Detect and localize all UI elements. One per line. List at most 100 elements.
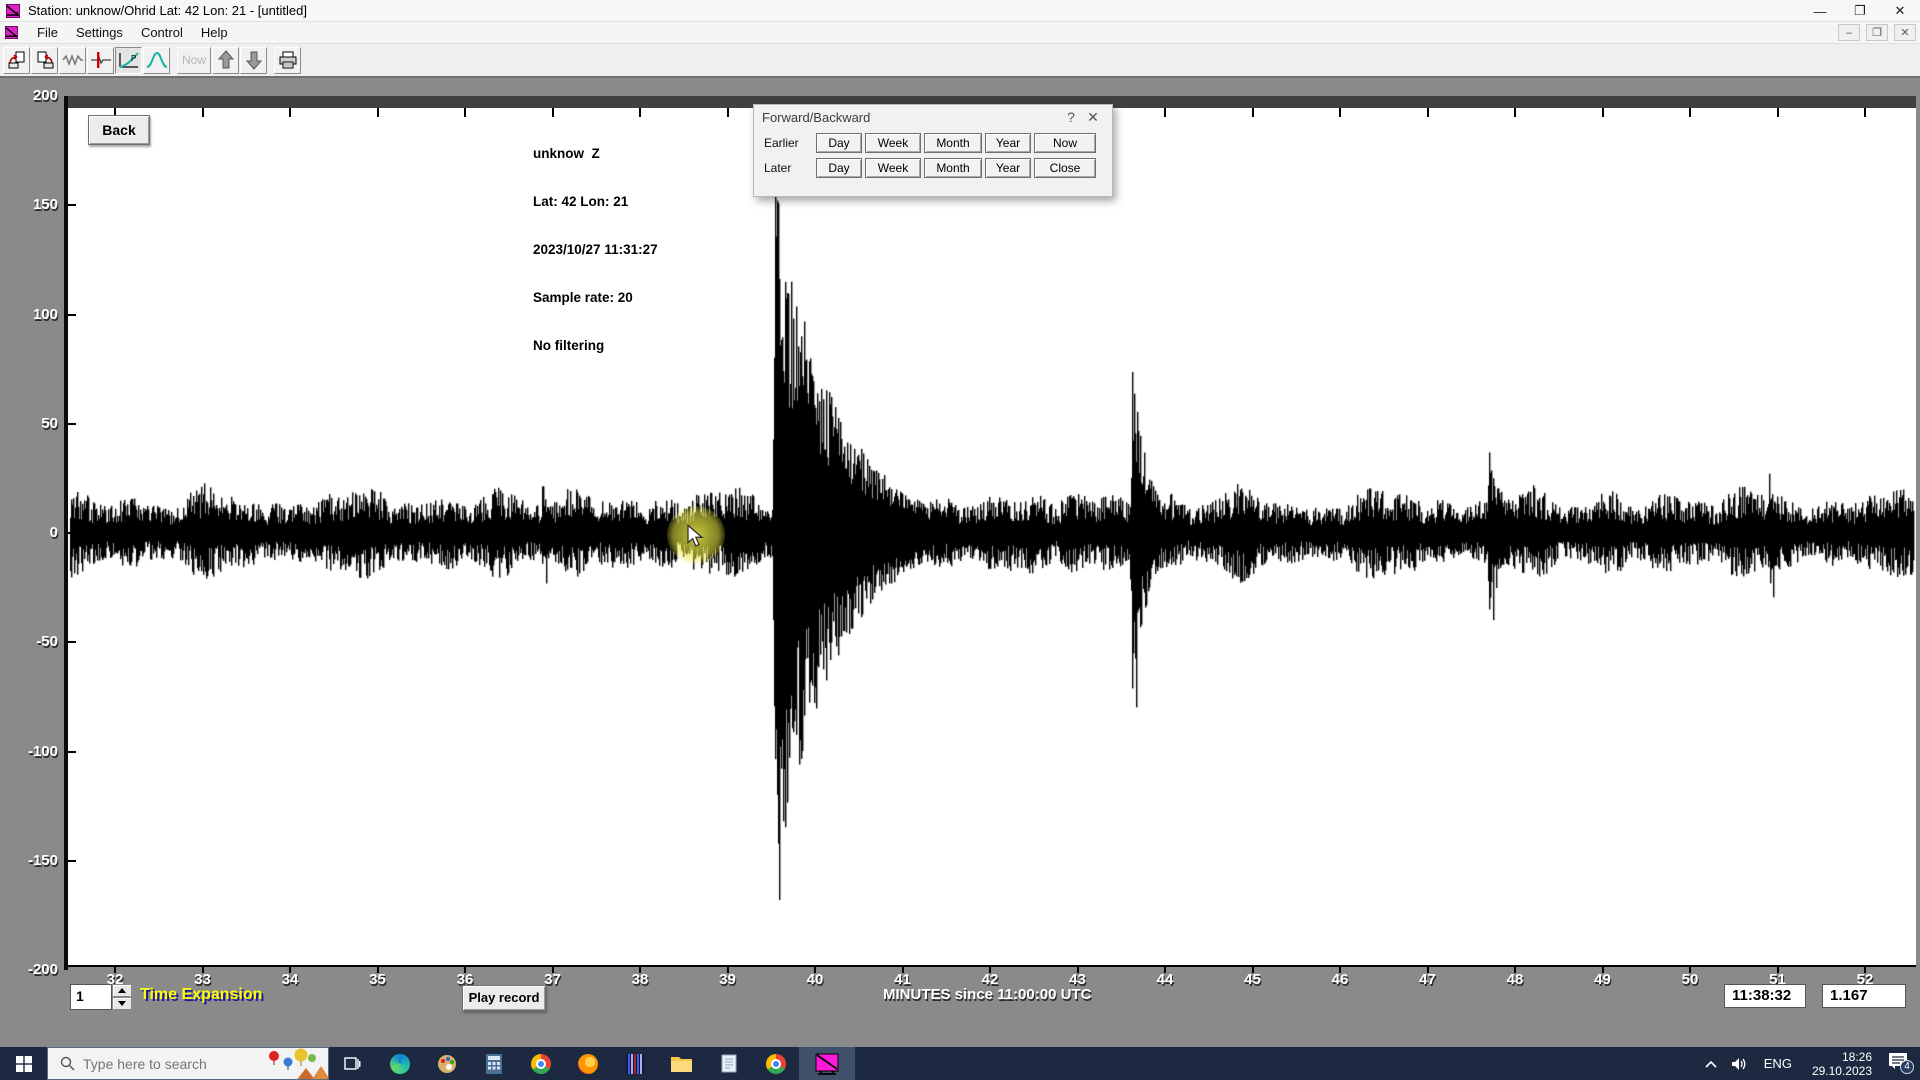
- dialog-close-icon[interactable]: ✕: [1082, 109, 1104, 126]
- up-triangle-icon: [118, 988, 126, 993]
- print-button[interactable]: [274, 47, 301, 74]
- search-highlight-image[interactable]: [256, 1048, 328, 1080]
- mouse-cursor-icon: [686, 524, 706, 548]
- minute-tick: [1514, 967, 1516, 973]
- minute-tick: [1164, 967, 1166, 973]
- minute-tick: [1777, 108, 1779, 117]
- back-button[interactable]: Back: [88, 115, 150, 145]
- earlier-year-button[interactable]: Year: [985, 133, 1031, 153]
- minute-tick: [1777, 967, 1779, 973]
- phase-pick-icon: [90, 50, 112, 70]
- file-arrow-left-icon: [7, 50, 27, 70]
- now-toolbar-button[interactable]: Now: [177, 47, 211, 74]
- taskbar-explorer-button[interactable]: [658, 1047, 705, 1080]
- later-row: Later Day Week Month Year Close: [764, 157, 1112, 179]
- taskbar-seismo-app-button[interactable]: [799, 1047, 855, 1080]
- info-lat-lon: Lat: 42 Lon: 21: [533, 194, 658, 210]
- search-input[interactable]: [83, 1056, 263, 1072]
- mdi-close-button[interactable]: ✕: [1894, 24, 1916, 41]
- earlier-day-button[interactable]: Day: [816, 133, 862, 153]
- edge-icon: [390, 1054, 410, 1074]
- minute-tick: [377, 108, 379, 117]
- taskbar-helicorder-button[interactable]: [611, 1047, 658, 1080]
- menu-settings[interactable]: Settings: [67, 22, 132, 43]
- play-record-button[interactable]: Play record: [462, 985, 546, 1011]
- task-view-button[interactable]: [329, 1047, 376, 1080]
- stepper-up-button[interactable]: [112, 984, 132, 997]
- minute-tick: [552, 967, 554, 973]
- dialog-help-button[interactable]: ?: [1060, 109, 1082, 125]
- dialog-title-bar[interactable]: Forward/Backward ? ✕: [754, 105, 1112, 129]
- minute-tick: [202, 967, 204, 973]
- volume-button[interactable]: [1724, 1057, 1754, 1071]
- maximize-button[interactable]: ❐: [1840, 0, 1880, 22]
- firefox-icon: [578, 1054, 598, 1074]
- action-center-button[interactable]: 4: [1882, 1052, 1920, 1075]
- taskbar-paint-button[interactable]: [423, 1047, 470, 1080]
- taskbar-edge-button[interactable]: [376, 1047, 423, 1080]
- time-expansion-value[interactable]: 1: [70, 984, 112, 1010]
- amplitude-tick: [68, 641, 76, 643]
- taskbar-chrome-button[interactable]: [517, 1047, 564, 1080]
- x-tick-label: 38: [632, 971, 649, 988]
- taskbar-clock[interactable]: 18:26 29.10.2023: [1802, 1050, 1882, 1078]
- x-tick-label: 48: [1507, 971, 1524, 988]
- close-button[interactable]: ✕: [1880, 0, 1920, 22]
- menu-control[interactable]: Control: [132, 22, 192, 43]
- tray-chevron-button[interactable]: [1698, 1060, 1724, 1068]
- mdi-minimize-button[interactable]: –: [1838, 24, 1860, 41]
- waveform-tool-button[interactable]: [59, 47, 86, 74]
- mdi-child-icon: [5, 26, 18, 39]
- earlier-month-button[interactable]: Month: [924, 133, 982, 153]
- later-week-button[interactable]: Week: [865, 158, 921, 178]
- taskbar-search[interactable]: [47, 1047, 329, 1080]
- speed-value-box: 1.167: [1822, 984, 1906, 1008]
- minute-tick: [202, 108, 204, 117]
- later-day-button[interactable]: Day: [816, 158, 862, 178]
- menu-help[interactable]: Help: [192, 22, 237, 43]
- y-tick-label: -150: [8, 852, 58, 869]
- spectrum-tool-button[interactable]: [143, 47, 170, 74]
- earlier-week-button[interactable]: Week: [865, 133, 921, 153]
- search-icon: [60, 1056, 75, 1071]
- language-indicator[interactable]: ENG: [1754, 1056, 1802, 1071]
- taskbar-calculator-button[interactable]: [470, 1047, 517, 1080]
- seismogram-plot-area[interactable]: [68, 108, 1916, 967]
- now-button[interactable]: Now: [1034, 133, 1096, 153]
- seismo-app-icon: [815, 1053, 839, 1075]
- scroll-up-button[interactable]: [212, 47, 239, 74]
- open-next-file-button[interactable]: [31, 47, 58, 74]
- minimize-button[interactable]: —: [1800, 0, 1840, 22]
- amplitude-tick: [68, 314, 76, 316]
- stepper-down-button[interactable]: [112, 997, 132, 1010]
- minute-tick: [1689, 108, 1691, 117]
- response-curve-tool-button[interactable]: P: [115, 47, 142, 74]
- minute-tick: [1602, 108, 1604, 117]
- taskbar-chrome2-button[interactable]: [752, 1047, 799, 1080]
- later-month-button[interactable]: Month: [924, 158, 982, 178]
- open-previous-file-button[interactable]: [3, 47, 30, 74]
- mdi-restore-button[interactable]: ❐: [1866, 24, 1888, 41]
- menu-file[interactable]: File: [28, 22, 67, 43]
- dialog-close-button[interactable]: Close: [1034, 158, 1096, 178]
- minute-tick: [114, 967, 116, 973]
- y-tick-label: 150: [8, 196, 58, 213]
- minute-tick: [1514, 108, 1516, 117]
- amplitude-tick: [68, 423, 76, 425]
- start-button[interactable]: [0, 1047, 47, 1080]
- time-expansion-label: Time Expansion: [140, 986, 262, 1004]
- forward-backward-dialog: Forward/Backward ? ✕ Earlier Day Week Mo…: [753, 104, 1113, 197]
- minute-tick: [464, 108, 466, 117]
- notepad-icon: [721, 1054, 737, 1073]
- seismogram-trace: [68, 108, 1916, 967]
- scroll-down-button[interactable]: [240, 47, 267, 74]
- earlier-label: Earlier: [764, 136, 816, 150]
- svg-text:P: P: [131, 54, 136, 63]
- x-tick-label: 35: [369, 971, 386, 988]
- earlier-row: Earlier Day Week Month Year Now: [764, 132, 1112, 154]
- chrome-icon: [531, 1054, 551, 1074]
- phase-pick-tool-button[interactable]: [87, 47, 114, 74]
- later-year-button[interactable]: Year: [985, 158, 1031, 178]
- taskbar-firefox-button[interactable]: [564, 1047, 611, 1080]
- taskbar-notepad-button[interactable]: [705, 1047, 752, 1080]
